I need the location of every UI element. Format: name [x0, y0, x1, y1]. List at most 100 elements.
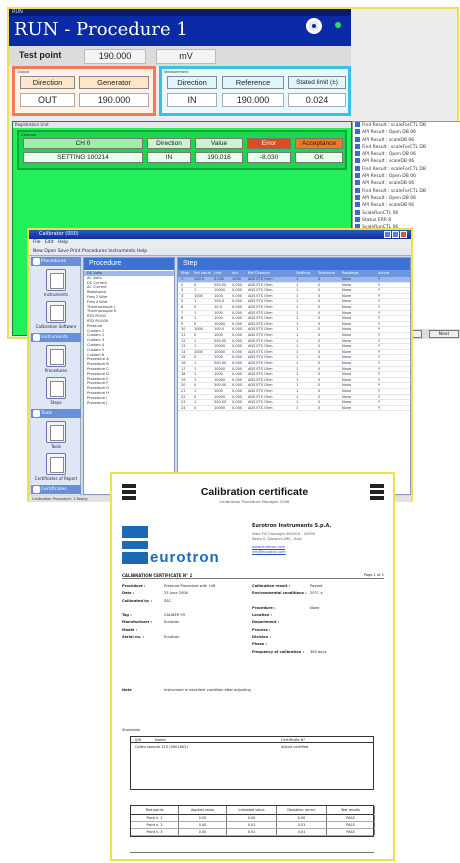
output-generator-value: 190.000	[79, 93, 149, 107]
log-item-label: API Result : Open DB 06	[362, 195, 416, 201]
step-cell: 1	[296, 405, 299, 410]
procedures-icon[interactable]	[46, 345, 66, 367]
toolbar[interactable]: New Open Save Print Procedures Instrumen…	[29, 247, 411, 256]
step-cell: 24	[181, 405, 186, 410]
calibration-app-window: Calibrator (000) File Edit Help New Open…	[27, 228, 413, 502]
procedure-list[interactable]: DC Volts AC Volts DC Current AC Current Resi…	[84, 271, 174, 405]
log-item[interactable]: API Result : scaleDB 06	[353, 202, 460, 209]
certificate-field: Manufacturer : Eurotron	[122, 620, 180, 625]
company-website[interactable]: www.eurotron.com	[252, 545, 285, 549]
meas-limit-header: Stated limit (±)	[288, 76, 346, 89]
meas-direction-header: Direction	[167, 76, 217, 89]
log-item[interactable]: API Result : Open DB 06	[353, 173, 460, 180]
menu-file[interactable]: File	[33, 240, 41, 245]
log-item[interactable]: Status ERR 8	[353, 216, 460, 224]
steps-panel: Step Step Set value Unit Acc Ref Channel Sett…	[177, 257, 411, 495]
gear-icon[interactable]	[306, 18, 322, 34]
company-address-1: Viale F.lli Casiraghi 409/413 - 20099	[252, 532, 315, 536]
instruments-icon[interactable]	[46, 269, 66, 291]
step-cell: 0.000	[232, 405, 243, 410]
results-cell: 0.01	[227, 822, 277, 828]
log-item-label: API Result : scaleDB 06	[362, 181, 415, 187]
page-indicator: Page 1 of 1	[363, 573, 384, 577]
certificate-field	[252, 599, 387, 606]
log-item[interactable]: API Result : scaleDB 06	[353, 158, 460, 165]
calibration-certificate: Calibration certificate Calibration Proc…	[110, 472, 395, 861]
step-row[interactable]: 24 0 10000 0.000 ADS ETS Ohm 1 0 None Y	[178, 406, 410, 412]
test-point-unit[interactable]: mV	[156, 49, 216, 64]
certificate-field: Calibrated by : SSC	[122, 598, 172, 603]
output-generator-header: Generator	[79, 76, 149, 89]
footer-rule	[130, 852, 374, 853]
log-item[interactable]: Find Result : scaleForCTL DB	[353, 122, 460, 129]
calibration-software-icon[interactable]	[46, 301, 66, 323]
log-item-label: ScaleRunCTL 06	[362, 210, 399, 216]
steps-column-6[interactable]: Tolerance	[318, 270, 335, 277]
next-button[interactable]: Next	[429, 330, 459, 338]
log-item[interactable]: ScaleRunCTL 06	[353, 209, 460, 217]
step-cell: 0	[194, 405, 197, 410]
results-cell: Indicated value	[227, 806, 277, 814]
steps-column-7[interactable]: Readings	[342, 270, 358, 277]
step-cell: Y	[378, 405, 381, 410]
standards-label: Standards	[122, 728, 141, 732]
certificate-field: Calibration result : Passed	[252, 584, 323, 588]
log-item-icon	[355, 202, 360, 208]
sidebar-label-procedures: Procedures	[44, 368, 68, 373]
company-name: Eurotron Instruments S.p.A.	[252, 523, 332, 529]
steps-column-2[interactable]: Unit	[214, 270, 221, 277]
steps-icon[interactable]	[46, 377, 66, 399]
close-icon[interactable]	[400, 231, 407, 238]
meas-reference-value: 190.000	[222, 93, 284, 107]
log-item[interactable]: API Result : Open DB 06	[353, 194, 460, 202]
log-item-label: API Result : Open DB 06	[362, 152, 416, 158]
steps-column-0[interactable]: Step	[181, 270, 189, 277]
results-cell: PASS	[327, 815, 375, 821]
company-email[interactable]: info@eurotron.com	[252, 550, 286, 554]
menu-help[interactable]: Help	[58, 240, 68, 245]
value-header: Value	[195, 138, 243, 149]
log-item[interactable]: Find Result : scaleForCTL DB	[353, 165, 460, 173]
minimize-icon[interactable]	[384, 231, 391, 238]
sidebar-header-procedures[interactable]: Procedures	[31, 257, 81, 266]
log-item[interactable]: API Result : scaleDB 06	[353, 136, 460, 144]
log-item[interactable]: API Result : Open DB 06	[353, 129, 460, 136]
acceptance-value: OK	[295, 152, 343, 163]
certificate-field: Date :23 June 2006	[122, 591, 188, 596]
sidebar-header-instruments[interactable]: Instruments	[31, 333, 81, 342]
procedure-panel: Procedure DC Volts AC Volts DC Current AC C…	[83, 257, 175, 495]
brand-name: eurotron	[150, 549, 220, 566]
menu-edit[interactable]: Edit	[45, 240, 54, 245]
maximize-icon[interactable]	[392, 231, 399, 238]
steps-column-4[interactable]: Ref Channel	[248, 270, 270, 277]
log-item-icon	[355, 194, 360, 200]
tools-icon[interactable]	[46, 421, 66, 443]
steps-column-1[interactable]: Set value	[194, 270, 211, 277]
log-item[interactable]: Find Result : scaleForCTL DB	[353, 143, 460, 151]
test-point-value[interactable]: 190.000	[84, 49, 146, 64]
output-direction-value: OUT	[20, 93, 75, 107]
steps-column-8[interactable]: Active	[378, 270, 389, 277]
log-item-label: Find Result : scaleForCTL DB	[362, 144, 426, 150]
log-item-icon	[355, 122, 360, 127]
log-item[interactable]: API Result : scaleDB 06	[353, 180, 460, 187]
log-item[interactable]: API Result : Open DB 06	[353, 151, 460, 158]
log-item-icon	[355, 187, 360, 193]
sidebar-header-certificates[interactable]: Certificates	[31, 485, 81, 494]
steps-column-3[interactable]: Acc	[232, 270, 238, 277]
steps-column-5[interactable]: Settling	[296, 270, 310, 277]
sidebar-header-tools[interactable]: Tools	[31, 409, 81, 418]
procedure-item[interactable]: Procedure J	[84, 401, 174, 406]
results-cell: 0.00	[277, 815, 327, 821]
registration-panel-label: Registration Unit	[13, 122, 351, 128]
log-item[interactable]: Find Result : scaleForCTL DB	[353, 187, 460, 195]
certificates-icon[interactable]	[46, 453, 66, 475]
channel-value: SETTING 100214	[23, 152, 143, 163]
steps-header: Step	[178, 258, 410, 270]
log-item-icon	[355, 136, 360, 142]
certificate-field: Process :	[252, 627, 271, 632]
value-value: 190.016	[195, 152, 243, 163]
channel-panel: Channel CH 0 Direction Value Error Accep…	[17, 130, 347, 170]
eurotron-logo-icon	[122, 526, 148, 564]
log-item-icon	[355, 216, 360, 222]
